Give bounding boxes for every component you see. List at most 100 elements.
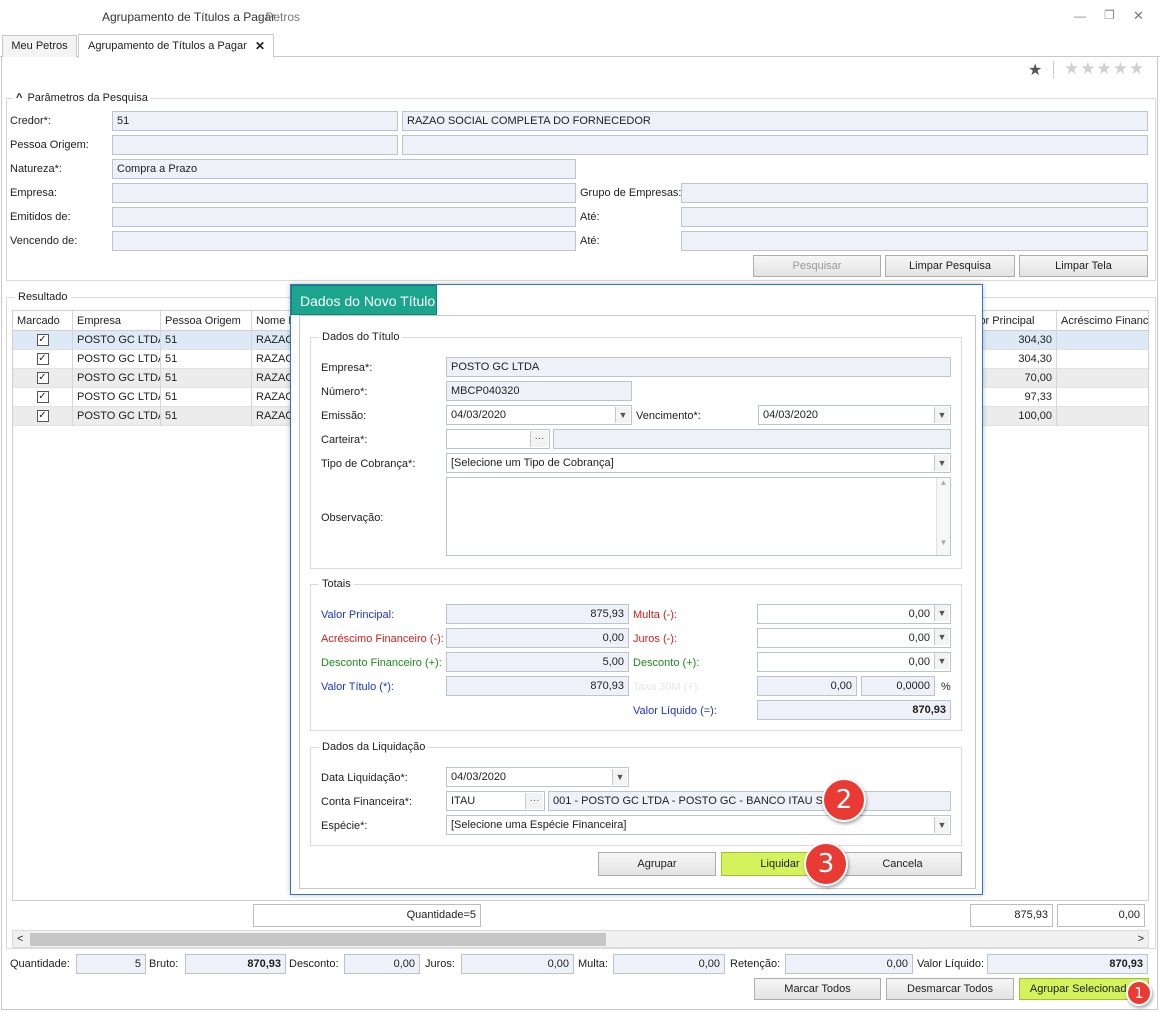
desc-chevron-icon[interactable]: ▼: [934, 653, 949, 669]
dlg-tipo-label: Tipo de Cobrança*:: [321, 458, 416, 470]
dlg-carteira-input[interactable]: ···: [446, 429, 550, 449]
vencendo-ate-input[interactable]: [681, 231, 1148, 251]
juros-chevron-icon[interactable]: ▼: [934, 629, 949, 645]
dlg-emissao-select[interactable]: 04/03/2020 ▼: [446, 405, 632, 425]
pessoa-origem-name-input[interactable]: [402, 135, 1148, 155]
pessoa-origem-code-input[interactable]: [112, 135, 398, 155]
step-badge-1: 1: [1126, 980, 1152, 1006]
dlg-cancela-button[interactable]: Cancela: [843, 852, 962, 876]
dlg-numero-input[interactable]: MBCP040320: [446, 381, 632, 401]
tot-quantidade-label: Quantidade:: [10, 958, 70, 970]
restore-icon[interactable]: ❐: [1104, 8, 1115, 22]
grupo-empresas-input[interactable]: [681, 183, 1148, 203]
tot-retencao-label: Retenção:: [730, 958, 781, 970]
row-checkbox[interactable]: ✓: [13, 331, 73, 350]
step-badge-2: 2: [822, 778, 866, 822]
taxa-pct-input: 0,0000: [861, 676, 935, 696]
favorite-star-icon[interactable]: ★: [1028, 60, 1042, 80]
desc-fin-label: Desconto Financeiro (+):: [321, 657, 442, 669]
pessoa-origem-label: Pessoa Origem:: [10, 139, 89, 151]
row-checkbox[interactable]: ✓: [13, 369, 73, 388]
emitidos-ate-label: Até:: [580, 211, 600, 223]
limpar-pesquisa-button[interactable]: Limpar Pesquisa: [885, 255, 1015, 277]
natureza-input[interactable]: Compra a Prazo: [112, 159, 576, 179]
vp-input: 875,93: [446, 604, 629, 624]
multa-label: Multa (-):: [633, 609, 677, 621]
title-bar: Agrupamento de Títulos a Pagar - Petros …: [0, 0, 1160, 34]
rating-stars-icon[interactable]: ★★★★★: [1064, 59, 1145, 79]
dlg-obs-textarea[interactable]: ▲ ▼: [446, 477, 951, 556]
search-params-title[interactable]: ^ Parâmetros da Pesquisa: [13, 91, 151, 105]
taxa-label: Taxa 30M (+):: [633, 681, 701, 693]
chevron-down-icon[interactable]: ▼: [934, 455, 949, 471]
row-pessoa: 51: [161, 331, 252, 350]
tab-meu-petros[interactable]: Meu Petros: [2, 35, 77, 57]
dlg-numero-label: Número*:: [321, 386, 368, 398]
credor-code-input[interactable]: 51: [112, 111, 398, 131]
dialog-title: Dados do Novo Título: [291, 285, 437, 315]
chevron-down-icon[interactable]: ▼: [934, 817, 949, 833]
tab-agrupamento-label: Agrupamento de Títulos a Pagar: [88, 40, 247, 52]
marcar-todos-button[interactable]: Marcar Todos: [754, 978, 881, 1000]
data-liq-select[interactable]: 04/03/2020 ▼: [446, 767, 629, 787]
desmarcar-todos-button[interactable]: Desmarcar Todos: [886, 978, 1014, 1000]
tab-close-icon[interactable]: ✕: [255, 35, 265, 57]
scroll-right-icon[interactable]: >: [1138, 933, 1144, 945]
empresa-input[interactable]: [112, 183, 576, 203]
ellipsis-icon[interactable]: ···: [530, 431, 548, 447]
juros-input[interactable]: 0,00: [757, 628, 951, 648]
emitidos-de-input[interactable]: [112, 207, 576, 227]
close-window-icon[interactable]: ✕: [1133, 8, 1144, 24]
col-pessoa-origem[interactable]: Pessoa Origem: [161, 311, 252, 331]
dlg-carteira-desc: [553, 429, 951, 449]
row-checkbox[interactable]: ✓: [13, 388, 73, 407]
chevron-down-icon[interactable]: ▼: [615, 407, 630, 423]
footer-acrescimo: 0,00: [1057, 904, 1145, 927]
percent-label: %: [941, 681, 951, 693]
vencendo-ate-label: Até:: [580, 235, 600, 247]
multa-chevron-icon[interactable]: ▼: [934, 605, 949, 621]
tab-agrupamento[interactable]: Agrupamento de Títulos a Pagar ✕: [78, 34, 274, 58]
row-checkbox[interactable]: ✓: [13, 407, 73, 426]
col-acrescimo[interactable]: Acréscimo Finance: [1057, 311, 1148, 331]
row-valor: 70,00: [973, 369, 1057, 388]
juros-label: Juros (-):: [633, 633, 677, 645]
row-checkbox[interactable]: ✓: [13, 350, 73, 369]
dlg-agrupar-button[interactable]: Agrupar: [598, 852, 716, 876]
tot-quantidade: 5: [76, 954, 146, 974]
especie-select[interactable]: [Selecione uma Espécie Financeira] ▼: [446, 815, 951, 835]
credor-name-input[interactable]: RAZAO SOCIAL COMPLETA DO FORNECEDOR: [402, 111, 1148, 131]
dlg-tipo-select[interactable]: [Selecione um Tipo de Cobrança] ▼: [446, 453, 951, 473]
desc-input[interactable]: 0,00: [757, 652, 951, 672]
scroll-left-icon[interactable]: <: [17, 933, 23, 945]
grupo-empresas-label: Grupo de Empresas:: [580, 187, 682, 199]
col-empresa[interactable]: Empresa: [73, 311, 161, 331]
conta-code-input[interactable]: ITAU ···: [446, 791, 545, 811]
row-pessoa: 51: [161, 350, 252, 369]
dlg-empresa-input[interactable]: POSTO GC LTDA: [446, 357, 951, 377]
row-valor: 97,33: [973, 388, 1057, 407]
multa-input[interactable]: 0,00: [757, 604, 951, 624]
row-empresa: POSTO GC LTDA: [73, 369, 161, 388]
step-badge-3: 3: [804, 842, 848, 886]
results-title: Resultado: [15, 290, 71, 304]
pesquisar-button[interactable]: Pesquisar: [753, 255, 881, 277]
limpar-tela-button[interactable]: Limpar Tela: [1019, 255, 1148, 277]
horizontal-scrollbar[interactable]: < >: [12, 930, 1149, 948]
col-marcado[interactable]: Marcado: [13, 311, 73, 331]
scroll-thumb[interactable]: [30, 933, 606, 946]
vencendo-de-input[interactable]: [112, 231, 576, 251]
obs-scrollbar[interactable]: ▲ ▼: [936, 478, 950, 555]
especie-label: Espécie*:: [321, 820, 368, 832]
rating-divider: [1053, 61, 1054, 79]
emitidos-ate-input[interactable]: [681, 207, 1148, 227]
col-valor-principal[interactable]: lor Principal: [973, 311, 1057, 331]
footer-quantidade: Quantidade=5: [253, 904, 481, 927]
chevron-down-icon[interactable]: ▼: [934, 407, 949, 423]
minimize-icon[interactable]: —: [1074, 9, 1086, 23]
row-valor: 304,30: [973, 331, 1057, 350]
dlg-vencimento-select[interactable]: 04/03/2020 ▼: [758, 405, 951, 425]
collapse-chevron-icon[interactable]: ^: [16, 92, 22, 104]
ellipsis-icon[interactable]: ···: [525, 793, 543, 809]
chevron-down-icon[interactable]: ▼: [612, 769, 627, 785]
